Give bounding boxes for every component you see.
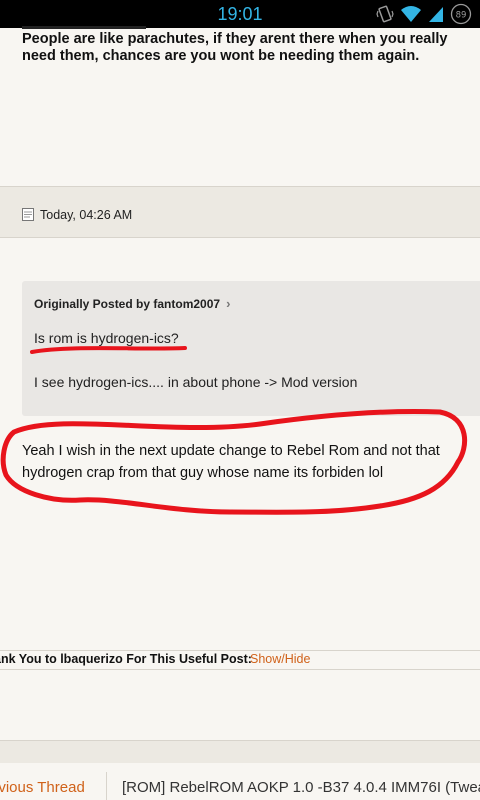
signal-icon: [429, 7, 443, 22]
wifi-icon: [401, 6, 421, 22]
post-reply-text: Yeah I wish in the next update change to…: [22, 443, 440, 481]
thanks-bar: ank You to lbaquerizo For This Useful Po…: [0, 650, 480, 670]
signature-divider: [22, 26, 146, 29]
thread-navigation: evious Thread [ROM] RebelROM AOKP 1.0 -B…: [0, 772, 480, 800]
post-signature: People are like parachutes, if they aren…: [22, 31, 448, 64]
post-header: Today, 04:26 AM: [0, 186, 480, 238]
post-date: Today, 04:26 AM: [40, 208, 133, 222]
status-icons: 89: [376, 3, 472, 25]
footer-band: [0, 740, 480, 763]
battery-icon: 89: [450, 3, 472, 25]
show-hide-link[interactable]: Show/Hide: [250, 652, 310, 666]
quote-line-2: I see hydrogen-ics.... in about phone ->…: [34, 374, 358, 390]
battery-level-text: 89: [456, 11, 467, 21]
chevron-right-icon[interactable]: ›: [226, 296, 230, 311]
vibrate-icon: [376, 5, 394, 23]
thanks-text: ank You to lbaquerizo For This Useful Po…: [0, 652, 252, 666]
quote-block: Originally Posted by fantom2007 › Is rom …: [22, 281, 480, 416]
nav-divider: [106, 772, 107, 800]
quote-attribution-text: Originally Posted by fantom2007: [34, 297, 221, 311]
previous-thread-link[interactable]: evious Thread: [0, 779, 85, 796]
document-icon: [22, 208, 34, 221]
status-bar: 19:01 89: [0, 0, 480, 28]
quote-line-1: Is rom is hydrogen-ics?: [34, 330, 179, 346]
thread-title-link[interactable]: [ROM] RebelROM AOKP 1.0 -B37 4.0.4 IMM76…: [122, 779, 480, 796]
quote-attribution[interactable]: Originally Posted by fantom2007 ›: [34, 296, 230, 311]
